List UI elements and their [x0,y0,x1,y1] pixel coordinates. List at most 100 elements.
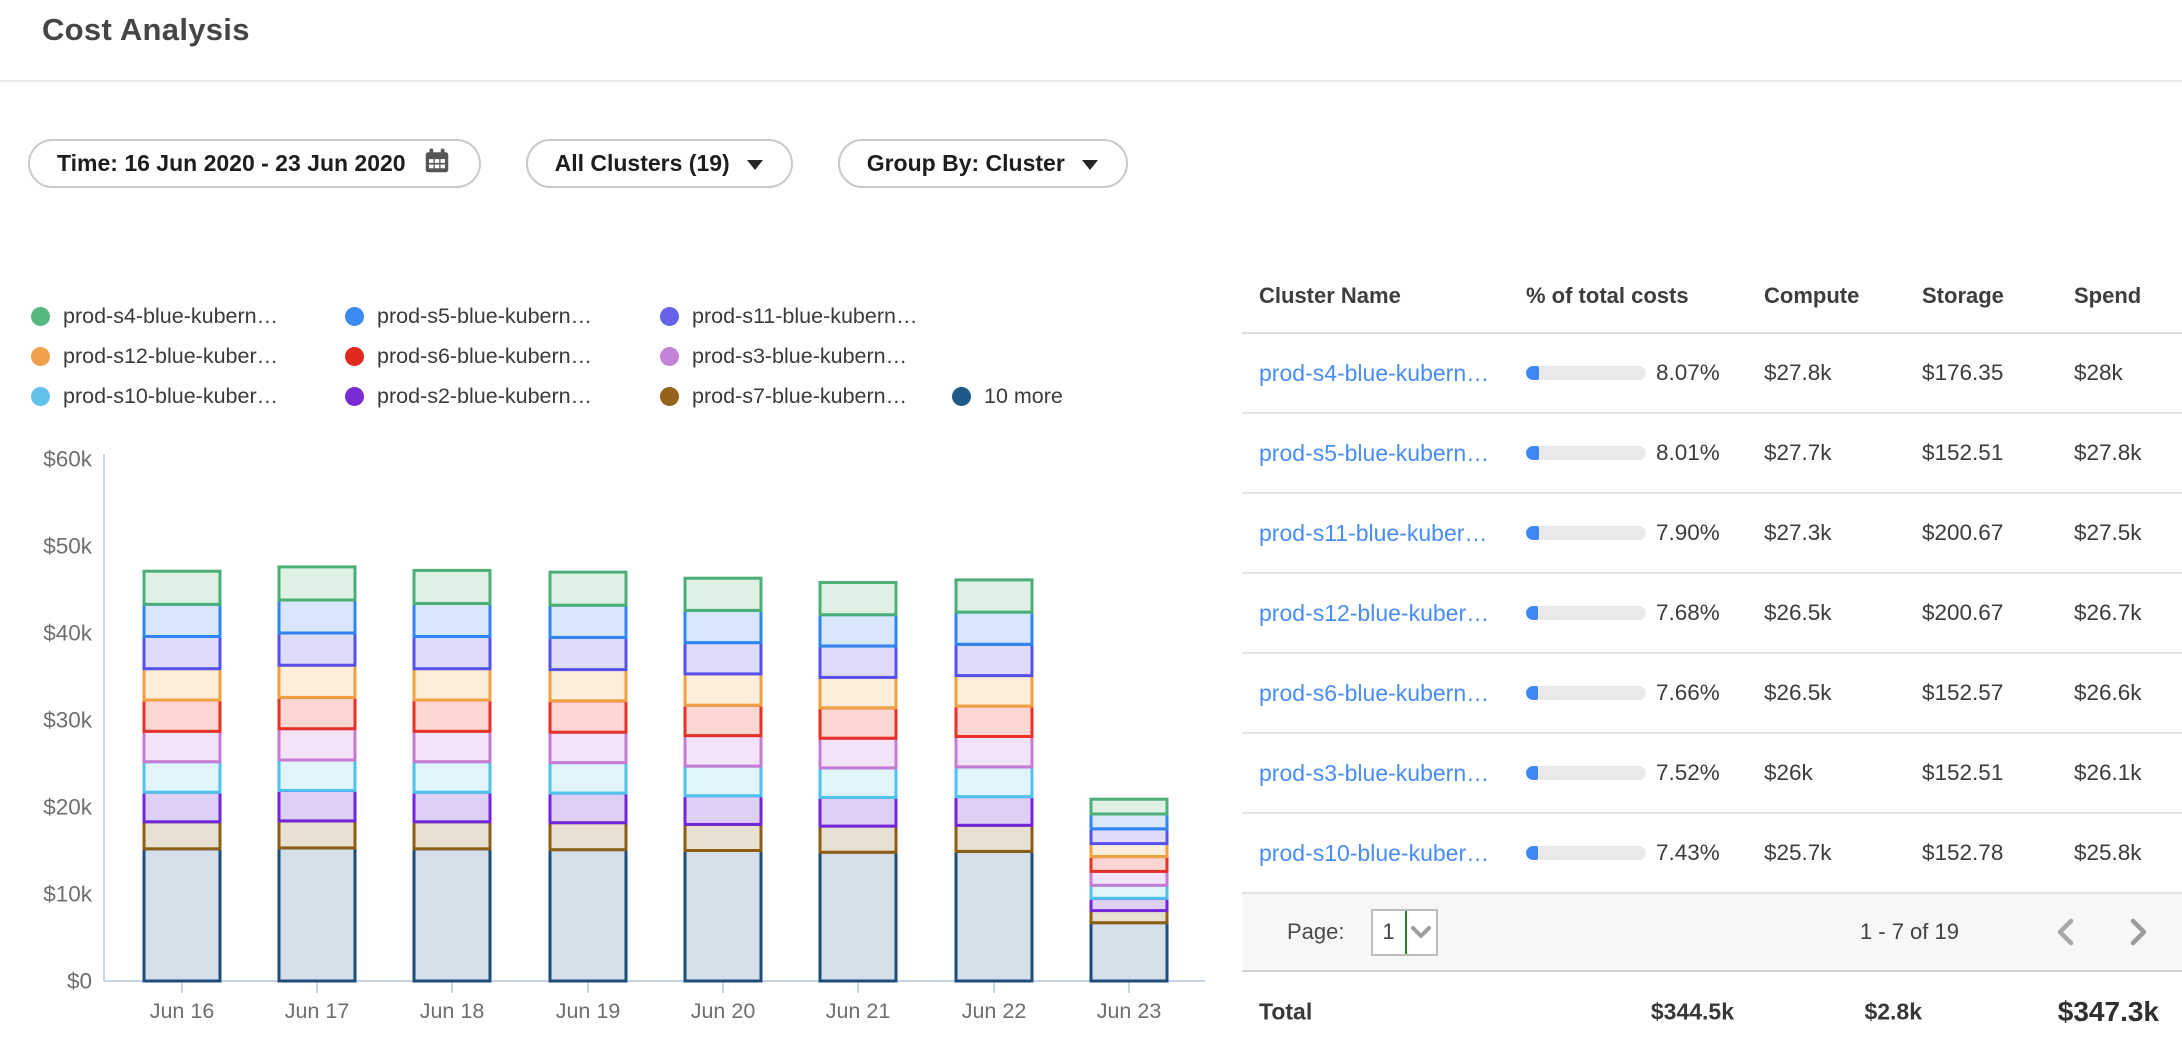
legend-item[interactable]: prod-s4-blue-kubern… [31,304,345,329]
time-range-filter[interactable]: Time: 16 Jun 2020 - 23 Jun 2020 [28,139,481,188]
bar-segment[interactable]: Jun 16 · prod-s12-blue-kuber… [144,669,220,700]
bar-segment[interactable]: Jun 23 · prod-s3-blue-kubern… [1091,871,1167,885]
bar-segment[interactable]: Jun 21 · 10 more [820,852,896,981]
bar-segment[interactable]: Jun 20 · prod-s10-blue-kuber… [685,766,761,796]
bar-segment[interactable]: Jun 21 · prod-s11-blue-kubern… [820,646,896,677]
bar-segment[interactable]: Jun 22 · prod-s3-blue-kubern… [956,737,1032,767]
cluster-link[interactable]: prod-s12-blue-kuber… [1259,600,1489,626]
bar-segment[interactable]: Jun 22 · prod-s4-blue-kubern… [956,580,1032,612]
bar-segment[interactable]: Jun 18 · prod-s5-blue-kubern… [414,603,490,636]
bar-segment[interactable]: Jun 19 · prod-s2-blue-kubern… [550,793,626,823]
bar-segment[interactable]: Jun 17 · prod-s2-blue-kubern… [279,791,355,821]
bar-segment[interactable]: Jun 22 · prod-s10-blue-kuber… [956,767,1032,797]
bar-segment[interactable]: Jun 17 · prod-s3-blue-kubern… [279,729,355,760]
bar-segment[interactable]: Jun 20 · 10 more [685,851,761,982]
bar-segment[interactable]: Jun 23 · prod-s10-blue-kuber… [1091,885,1167,898]
cluster-link[interactable]: prod-s4-blue-kubern… [1259,360,1489,386]
bar-segment[interactable]: Jun 16 · prod-s2-blue-kubern… [144,792,220,822]
bar-segment[interactable]: Jun 20 · prod-s12-blue-kuber… [685,674,761,705]
group-by-dropdown[interactable]: Group By: Cluster [838,139,1128,188]
bar-segment[interactable]: Jun 23 · 10 more [1091,923,1167,981]
bar-segment[interactable]: Jun 22 · prod-s2-blue-kubern… [956,797,1032,826]
legend-item[interactable]: prod-s5-blue-kubern… [345,304,660,329]
bar-segment[interactable]: Jun 23 · prod-s11-blue-kubern… [1091,829,1167,844]
bar-segment[interactable]: Jun 21 · prod-s2-blue-kubern… [820,797,896,826]
bar-segment[interactable]: Jun 20 · prod-s11-blue-kubern… [685,643,761,674]
bar-segment[interactable]: Jun 18 · prod-s4-blue-kubern… [414,570,490,603]
bar-segment[interactable]: Jun 22 · prod-s7-blue-kubern… [956,825,1032,851]
legend-item[interactable]: prod-s3-blue-kubern… [660,344,952,369]
bar-segment[interactable]: Jun 18 · prod-s3-blue-kubern… [414,731,490,761]
legend-item[interactable]: prod-s6-blue-kubern… [345,344,660,369]
bar-segment[interactable]: Jun 21 · prod-s5-blue-kubern… [820,615,896,646]
bar-segment[interactable]: Jun 20 · prod-s2-blue-kubern… [685,796,761,825]
bar-segment[interactable]: Jun 21 · prod-s6-blue-kubern… [820,708,896,738]
bar-segment[interactable]: Jun 19 · prod-s4-blue-kubern… [550,572,626,605]
bar-segment[interactable]: Jun 18 · prod-s12-blue-kuber… [414,669,490,700]
bar-segment[interactable]: Jun 19 · prod-s11-blue-kubern… [550,637,626,669]
bar-segment[interactable]: Jun 17 · prod-s6-blue-kubern… [279,697,355,728]
bar-segment[interactable]: Jun 22 · prod-s12-blue-kuber… [956,676,1032,706]
bar-segment[interactable]: Jun 23 · prod-s4-blue-kubern… [1091,799,1167,814]
bar-segment[interactable]: Jun 20 · prod-s3-blue-kubern… [685,736,761,766]
bar-segment[interactable]: Jun 19 · prod-s6-blue-kubern… [550,701,626,732]
bar-segment[interactable]: Jun 22 · 10 more [956,851,1032,981]
cluster-link[interactable]: prod-s3-blue-kubern… [1259,760,1489,786]
bar-segment[interactable]: Jun 17 · prod-s10-blue-kuber… [279,760,355,790]
legend-item[interactable]: 10 more [952,384,1063,409]
cluster-link[interactable]: prod-s10-blue-kuber… [1259,840,1489,866]
bar-segment[interactable]: Jun 18 · 10 more [414,849,490,981]
bar-segment[interactable]: Jun 20 · prod-s5-blue-kubern… [685,610,761,642]
bar-segment[interactable]: Jun 20 · prod-s4-blue-kubern… [685,578,761,610]
bar-segment[interactable]: Jun 16 · prod-s4-blue-kubern… [144,571,220,604]
bar-segment[interactable]: Jun 22 · prod-s11-blue-kubern… [956,644,1032,675]
bar-segment[interactable]: Jun 18 · prod-s10-blue-kuber… [414,762,490,792]
legend-item[interactable]: prod-s7-blue-kubern… [660,384,952,409]
bar-segment[interactable]: Jun 22 · prod-s6-blue-kubern… [956,706,1032,736]
bar-segment[interactable]: Jun 19 · prod-s10-blue-kuber… [550,763,626,793]
legend-item[interactable]: prod-s2-blue-kubern… [345,384,660,409]
bar-segment[interactable]: Jun 16 · 10 more [144,849,220,981]
cluster-link[interactable]: prod-s11-blue-kuber… [1259,520,1487,546]
bar-segment[interactable]: Jun 20 · prod-s6-blue-kubern… [685,705,761,735]
bar-segment[interactable]: Jun 19 · prod-s3-blue-kubern… [550,732,626,762]
bar-segment[interactable]: Jun 21 · prod-s7-blue-kubern… [820,826,896,852]
bar-segment[interactable]: Jun 18 · prod-s6-blue-kubern… [414,700,490,731]
clusters-filter-dropdown[interactable]: All Clusters (19) [526,139,793,188]
legend-item[interactable]: prod-s10-blue-kuber… [31,384,345,409]
next-page-button[interactable] [2128,917,2150,947]
bar-segment[interactable]: Jun 23 · prod-s6-blue-kubern… [1091,857,1167,872]
bar-segment[interactable]: Jun 21 · prod-s12-blue-kuber… [820,677,896,707]
bar-segment[interactable]: Jun 17 · prod-s5-blue-kubern… [279,600,355,633]
bar-segment[interactable]: Jun 16 · prod-s11-blue-kubern… [144,637,220,669]
bar-segment[interactable]: Jun 17 · prod-s12-blue-kuber… [279,665,355,697]
bar-segment[interactable]: Jun 19 · 10 more [550,850,626,981]
bar-segment[interactable]: Jun 21 · prod-s3-blue-kubern… [820,738,896,768]
previous-page-button[interactable] [2054,917,2076,947]
bar-segment[interactable]: Jun 23 · prod-s2-blue-kubern… [1091,898,1167,910]
bar-segment[interactable]: Jun 17 · 10 more [279,848,355,981]
bar-segment[interactable]: Jun 18 · prod-s11-blue-kubern… [414,637,490,669]
bar-segment[interactable]: Jun 16 · prod-s5-blue-kubern… [144,604,220,636]
bar-segment[interactable]: Jun 18 · prod-s2-blue-kubern… [414,792,490,822]
bar-segment[interactable]: Jun 23 · prod-s7-blue-kubern… [1091,911,1167,923]
bar-segment[interactable]: Jun 16 · prod-s6-blue-kubern… [144,700,220,731]
cluster-link[interactable]: prod-s5-blue-kubern… [1259,440,1489,466]
bar-segment[interactable]: Jun 18 · prod-s7-blue-kubern… [414,822,490,849]
bar-segment[interactable]: Jun 21 · prod-s10-blue-kuber… [820,768,896,798]
bar-segment[interactable]: Jun 16 · prod-s3-blue-kubern… [144,731,220,761]
bar-segment[interactable]: Jun 23 · prod-s12-blue-kuber… [1091,844,1167,857]
cluster-link[interactable]: prod-s6-blue-kubern… [1259,680,1489,706]
bar-segment[interactable]: Jun 17 · prod-s4-blue-kubern… [279,567,355,600]
legend-item[interactable]: prod-s12-blue-kuber… [31,344,345,369]
bar-segment[interactable]: Jun 17 · prod-s7-blue-kubern… [279,821,355,848]
legend-item[interactable]: prod-s11-blue-kubern… [660,304,952,329]
bar-segment[interactable]: Jun 16 · prod-s10-blue-kuber… [144,762,220,792]
bar-segment[interactable]: Jun 17 · prod-s11-blue-kubern… [279,633,355,665]
bar-segment[interactable]: Jun 19 · prod-s7-blue-kubern… [550,823,626,850]
bar-segment[interactable]: Jun 22 · prod-s5-blue-kubern… [956,612,1032,644]
page-select[interactable]: 1 [1371,909,1438,956]
bar-segment[interactable]: Jun 20 · prod-s7-blue-kubern… [685,824,761,850]
bar-segment[interactable]: Jun 23 · prod-s5-blue-kubern… [1091,814,1167,829]
bar-segment[interactable]: Jun 21 · prod-s4-blue-kubern… [820,583,896,615]
